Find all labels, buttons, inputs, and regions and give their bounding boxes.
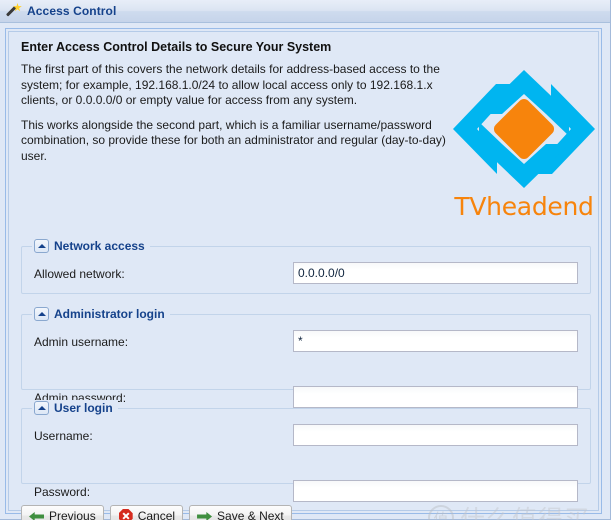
fieldset-user-legend-text: User login — [54, 401, 113, 415]
intro-paragraph-2: This works alongside the second part, wh… — [21, 117, 446, 163]
save-next-button-label: Save & Next — [217, 509, 284, 520]
magic-wand-icon — [5, 3, 22, 19]
stop-x-icon — [118, 508, 134, 520]
fieldset-user-login: User login Username: Password: — [21, 400, 591, 502]
field-row-allowed-network: Allowed network: — [22, 261, 590, 289]
password-label: Password: — [34, 485, 91, 499]
field-row-username: Username: — [22, 423, 590, 451]
previous-button-label: Previous — [49, 509, 96, 520]
chevron-up-icon[interactable] — [34, 239, 49, 253]
wizard-panel: Enter Access Control Details to Secure Y… — [5, 28, 602, 520]
arrow-right-icon — [197, 508, 213, 520]
admin-password-input[interactable] — [293, 386, 578, 408]
field-row-admin-username: Admin username: — [22, 329, 590, 357]
chevron-up-icon[interactable] — [34, 401, 49, 415]
fieldset-admin-legend-text: Administrator login — [54, 307, 165, 321]
tvheadend-logo: TVheadend — [445, 64, 603, 239]
page-title: Enter Access Control Details to Secure Y… — [21, 40, 332, 54]
fieldset-network-legend-text: Network access — [54, 239, 145, 253]
fieldset-admin-legend: Administrator login — [32, 306, 170, 322]
allowed-network-label: Allowed network: — [34, 267, 125, 281]
cancel-button-label: Cancel — [137, 509, 176, 520]
window-title: Access Control — [27, 4, 117, 18]
fieldset-administrator-login: Administrator login Admin username: Admi… — [21, 306, 591, 408]
admin-username-input[interactable] — [293, 330, 578, 352]
access-control-window: Access Control Enter Access Control Deta… — [0, 0, 611, 520]
chevron-up-icon[interactable] — [34, 307, 49, 321]
previous-button[interactable]: Previous — [21, 505, 104, 520]
allowed-network-input[interactable] — [293, 262, 578, 284]
fieldset-user-legend: User login — [32, 400, 118, 416]
tvheadend-logo-mark — [453, 70, 595, 188]
wizard-panel-inner: Enter Access Control Details to Secure Y… — [8, 31, 599, 520]
intro-block: Enter Access Control Details to Secure Y… — [21, 40, 451, 173]
password-input[interactable] — [293, 480, 578, 502]
username-label: Username: — [34, 429, 93, 443]
username-input[interactable] — [293, 424, 578, 446]
fieldset-network-access: Network access Allowed network: — [21, 238, 591, 294]
save-next-button[interactable]: Save & Next — [189, 505, 292, 520]
arrow-left-icon — [29, 508, 45, 520]
tvheadend-wordmark: TVheadend — [454, 192, 594, 221]
wizard-button-bar: Previous Cancel Save & Next — [21, 505, 292, 520]
intro-paragraph-1: The first part of this covers the networ… — [21, 62, 440, 107]
window-titlebar: Access Control — [0, 0, 610, 23]
cancel-button[interactable]: Cancel — [109, 505, 184, 520]
watermark-badge: 值 — [427, 505, 454, 520]
field-row-password: Password: — [22, 479, 590, 507]
fieldset-network-legend: Network access — [32, 238, 150, 254]
admin-username-label: Admin username: — [34, 335, 129, 349]
